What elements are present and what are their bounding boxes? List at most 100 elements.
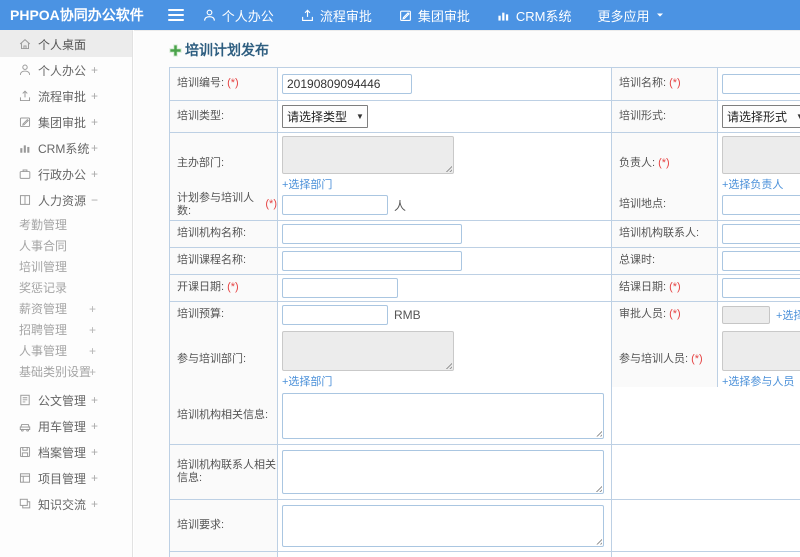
field-label-text: 负责人:	[619, 157, 656, 170]
host-department-textarea[interactable]	[282, 136, 454, 174]
field-label-text: 培训要求:	[177, 518, 225, 531]
archive-icon	[18, 445, 32, 459]
sidebar-subitem-recruitment-mgmt[interactable]: 招聘管理 +	[0, 320, 132, 341]
org-related-info-field	[278, 387, 612, 445]
expand-toggle[interactable]: +	[89, 341, 96, 362]
expand-toggle[interactable]: +	[91, 141, 98, 155]
org-contact-related-info-textarea[interactable]	[282, 450, 604, 494]
participating-departments-textarea[interactable]	[282, 331, 454, 371]
caret-icon	[654, 9, 666, 21]
training-location-input[interactable]	[722, 195, 800, 215]
expand-toggle[interactable]: +	[91, 89, 98, 103]
org-contact-related-info-field	[278, 445, 612, 500]
form-row: 培训机构名称: 培训机构联系人:	[170, 221, 800, 248]
training-form-field: 请选择形式 ▼	[718, 101, 800, 133]
training-requirements-label: 培训要求:	[170, 500, 278, 552]
sidebar-item-archive-mgmt[interactable]: 档案管理 +	[0, 439, 132, 465]
training-budget-unit-label: RMB	[394, 308, 421, 322]
course-name-input[interactable]	[282, 251, 462, 271]
expand-toggle[interactable]: +	[91, 63, 98, 77]
start-date-input[interactable]	[282, 278, 398, 298]
training-org-contact-input[interactable]	[722, 224, 800, 244]
nav-item-workflow-approval[interactable]: 流程审批	[300, 6, 372, 25]
training-type-select[interactable]: 请选择类型 ▼	[282, 105, 368, 128]
sidebar-item-project-mgmt[interactable]: 项目管理 +	[0, 465, 132, 491]
nav-item-personal-office[interactable]: 个人办公	[202, 6, 274, 25]
expand-toggle[interactable]: −	[91, 193, 98, 207]
approver-picker-link[interactable]: +选择审批人员	[776, 307, 800, 323]
expand-toggle[interactable]: +	[91, 445, 98, 459]
expand-toggle[interactable]: +	[91, 497, 98, 511]
required-mark: (*)	[265, 198, 277, 211]
page-title-text: 培训计划发布	[185, 42, 269, 58]
training-number-input[interactable]	[282, 74, 412, 94]
participating-departments-label: 参与培训部门:	[170, 328, 278, 393]
training-org-name-input[interactable]	[282, 224, 462, 244]
expand-toggle[interactable]: +	[91, 167, 98, 181]
planned-participants-input[interactable]	[282, 195, 388, 215]
required-mark: (*)	[227, 281, 239, 294]
training-name-label: 培训名称: (*)	[612, 68, 718, 101]
sidebar-subitem-base-category-settings[interactable]: 基础类别设置 +	[0, 362, 132, 383]
sidebar-subitem-reward-punishment[interactable]: 奖惩记录	[0, 278, 132, 299]
field-label-text: 参与培训部门:	[177, 353, 247, 366]
total-hours-field	[718, 248, 800, 275]
approver-input[interactable]	[722, 306, 770, 324]
page-title: 培训计划发布	[169, 40, 800, 60]
org-related-info-label: 培训机构相关信息:	[170, 387, 278, 445]
briefcase-icon	[18, 167, 32, 181]
form-row: 培训机构联系人相关信息:	[170, 445, 800, 500]
sidebar-item-vehicle-mgmt[interactable]: 用车管理 +	[0, 413, 132, 439]
nav-item-crm-system[interactable]: CRM系统	[496, 6, 571, 25]
training-requirements-textarea[interactable]	[282, 504, 604, 547]
upload-icon	[18, 89, 32, 103]
expand-toggle[interactable]: +	[91, 115, 98, 129]
participants-textarea[interactable]	[722, 331, 800, 371]
sidebar-item-human-resources[interactable]: 人力资源 −	[0, 187, 132, 213]
training-budget-input[interactable]	[282, 305, 388, 325]
sidebar-item-personal-desktop[interactable]: 个人桌面	[0, 31, 132, 57]
sidebar-item-group-approval[interactable]: 集团审批 +	[0, 109, 132, 135]
nav-item-group-approval[interactable]: 集团审批	[398, 6, 470, 25]
empty-cell	[612, 500, 800, 552]
expand-toggle[interactable]: +	[91, 393, 98, 407]
sidebar-subitem-label: 人事合同	[19, 239, 68, 253]
expand-toggle[interactable]: +	[89, 362, 96, 383]
expand-toggle[interactable]: +	[91, 419, 98, 433]
attachment-label: 附件文档:	[170, 552, 278, 557]
sidebar-item-label: 集团审批	[38, 115, 87, 130]
expand-toggle[interactable]: +	[89, 299, 96, 320]
nav-item-label: 集团审批	[417, 8, 470, 24]
sidebar-subitem-training-mgmt[interactable]: 培训管理	[0, 257, 132, 278]
sidebar-item-personal-office[interactable]: 个人办公 +	[0, 57, 132, 83]
form-row: 主办部门: +选择部门 负责人: (*) +选择负责人	[170, 133, 800, 196]
sidebar-item-crm-system[interactable]: CRM系统 +	[0, 135, 132, 161]
form-row: 培训要求:	[170, 500, 800, 552]
sidebar-subitem-hr-contract[interactable]: 人事合同	[0, 236, 132, 257]
form-row: 计划参与培训人数: (*) 人 培训地点:	[170, 190, 800, 221]
expand-toggle[interactable]: +	[91, 471, 98, 485]
org-related-info-textarea[interactable]	[282, 392, 604, 439]
training-name-field	[718, 68, 800, 101]
sidebar-item-admin-office[interactable]: 行政办公 +	[0, 161, 132, 187]
attachment-field: +附件上传	[278, 552, 612, 557]
person-in-charge-textarea[interactable]	[722, 136, 800, 174]
required-mark: (*)	[669, 281, 681, 294]
total-hours-input[interactable]	[722, 251, 800, 271]
training-name-input[interactable]	[722, 74, 800, 94]
expand-toggle[interactable]: +	[89, 320, 96, 341]
person-in-charge-field: +选择负责人	[718, 133, 800, 196]
training-form-select[interactable]: 请选择形式 ▼	[722, 105, 800, 128]
user-icon	[18, 63, 32, 77]
sidebar-subitem-attendance-mgmt[interactable]: 考勤管理	[0, 215, 132, 236]
hamburger-menu-icon[interactable]	[167, 9, 184, 21]
end-date-input[interactable]	[722, 278, 800, 298]
sidebar-item-document-mgmt[interactable]: 公文管理 +	[0, 387, 132, 413]
sidebar-subitem-personnel-mgmt[interactable]: 人事管理 +	[0, 341, 132, 362]
nav-item-more-apps[interactable]: 更多应用	[597, 6, 666, 25]
sidebar-subitem-salary-mgmt[interactable]: 薪资管理 +	[0, 299, 132, 320]
sidebar-item-knowledge-exchange[interactable]: 知识交流 +	[0, 491, 132, 517]
sidebar-item-workflow-approval[interactable]: 流程审批 +	[0, 83, 132, 109]
start-date-label: 开课日期: (*)	[170, 275, 278, 302]
field-label-text: 结课日期:	[619, 281, 667, 294]
